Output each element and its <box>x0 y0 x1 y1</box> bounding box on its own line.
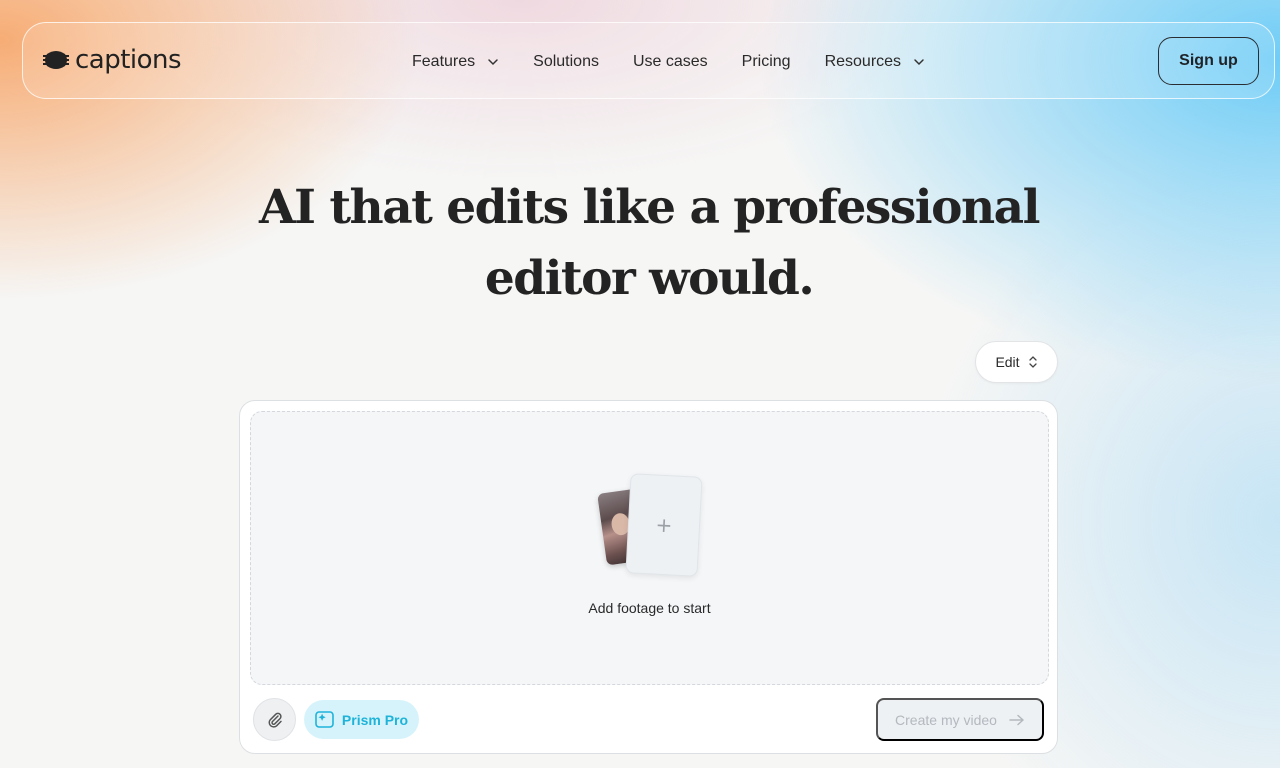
chevron-down-icon <box>488 59 498 66</box>
chevron-up-down-icon <box>1028 356 1037 368</box>
create-video-button[interactable]: Create my video <box>876 698 1044 741</box>
top-navigation: captions Features Solutions Use cases Pr… <box>22 22 1275 99</box>
add-footage-card[interactable]: + <box>625 473 703 577</box>
brand-name: captions <box>75 45 182 75</box>
hero-title-line-2: editor would. <box>484 251 815 306</box>
nav-item-label: Resources <box>824 53 902 70</box>
hero-title-line-1: AI that edits like a professional <box>259 180 1040 235</box>
create-video-label: Create my video <box>895 711 997 728</box>
dropzone-label: Add footage to start <box>588 600 711 616</box>
nav-item-label: Solutions <box>533 53 599 70</box>
captions-logo[interactable]: captions <box>43 45 182 75</box>
nav-item-features[interactable]: Features <box>412 50 499 74</box>
nav-item-pricing[interactable]: Pricing <box>742 50 791 74</box>
mode-select[interactable]: Edit <box>975 341 1058 383</box>
nav-item-label: Pricing <box>741 53 791 70</box>
prism-icon <box>315 711 334 728</box>
nav-item-resources[interactable]: Resources <box>825 50 925 74</box>
nav-item-label: Features <box>412 53 476 70</box>
captions-logo-icon <box>43 51 69 69</box>
model-select-button[interactable]: Prism Pro <box>304 700 419 739</box>
chevron-down-icon <box>914 59 924 66</box>
sign-up-button[interactable]: Sign up <box>1158 37 1259 85</box>
plus-icon: + <box>654 512 673 538</box>
model-select-label: Prism Pro <box>341 711 409 728</box>
hero-title: AI that edits like a professional editor… <box>0 172 1280 314</box>
attach-file-button[interactable] <box>253 698 296 741</box>
main-menu: Features Solutions Use cases Pricing Res… <box>412 50 925 74</box>
footage-dropzone[interactable]: + Add footage to start <box>250 411 1049 685</box>
paperclip-icon <box>268 712 282 728</box>
nav-item-use-cases[interactable]: Use cases <box>633 50 708 74</box>
nav-item-label: Use cases <box>632 53 708 70</box>
arrow-right-icon <box>1009 714 1024 725</box>
nav-item-solutions[interactable]: Solutions <box>533 50 599 74</box>
mode-select-value: Edit <box>995 354 1020 370</box>
video-composer: + Add footage to start Prism Pro Create … <box>239 400 1058 754</box>
